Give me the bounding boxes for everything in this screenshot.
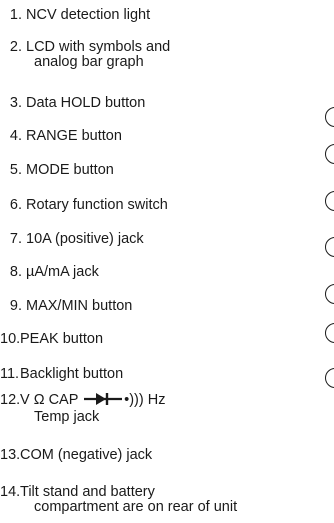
legend-item-11: 11.Backlight button [0,367,300,382]
legend-number: 5. [9,162,22,178]
legend-number: 10. [0,331,21,347]
diode-icon [84,392,123,410]
legend-number: 8. [9,264,22,280]
legend-text: COM (negative) jack [20,447,153,463]
legend-item-7: 7. 10A (positive) jack [0,232,300,247]
legend-text: LCD with symbols and [26,39,171,55]
legend-text: MODE button [26,162,114,178]
legend-text-line2: compartment are on rear of unit [34,499,238,515]
legend-number: 7. [9,231,22,247]
legend-number: 2. [9,39,22,55]
legend-item-12: 12.V Ω CAP •))) Hz Temp jack [0,392,300,425]
legend-text: Rotary function switch [26,197,168,213]
legend-text: Tilt stand and battery [20,484,155,500]
legend-text: MAX/MIN button [26,298,133,314]
legend-number: 14. [0,484,21,500]
legend-item-2: 2. LCD with symbols and analog bar graph [0,40,300,70]
legend-item-13: 13.COM (negative) jack [0,448,300,463]
legend-text-suffix: •))) Hz [124,392,166,408]
legend-text: PEAK button [20,331,104,347]
legend-number: 1. [9,7,22,23]
legend-item-9: 9. MAX/MIN button [0,299,300,314]
legend-text: 10A (positive) jack [26,231,144,247]
legend-number: 13. [0,447,21,463]
legend-item-10: 10.PEAK button [0,332,300,347]
legend-text: RANGE button [26,128,122,144]
legend-text: Backlight button [20,366,124,382]
legend-number: 3. [9,95,22,111]
legend-item-5: 5. MODE button [0,163,300,178]
legend-item-3: 3. Data HOLD button [0,96,300,111]
legend-number: 9. [9,298,22,314]
legend-item-14: 14.Tilt stand and battery compartment ar… [0,485,300,515]
legend-text: NCV detection light [26,7,151,23]
legend-text: µA/mA jack [26,264,99,280]
legend-number: 11. [0,366,20,382]
legend-number: 12. [0,392,21,408]
legend-text-line2: analog bar graph [34,54,144,70]
legend-item-6: 6. Rotary function switch [0,198,300,213]
component-legend: 1. NCV detection light 2. LCD with symbols… [0,0,334,523]
legend-text: V Ω CAP [20,392,79,408]
legend-item-1: 1. NCV detection light [0,8,300,23]
legend-item-4: 4. RANGE button [0,129,300,144]
legend-text-line2: Temp jack [34,409,100,425]
legend-number: 4. [9,128,22,144]
legend-item-8: 8. µA/mA jack [0,265,300,280]
legend-number: 6. [9,197,22,213]
legend-text: Data HOLD button [26,95,146,111]
